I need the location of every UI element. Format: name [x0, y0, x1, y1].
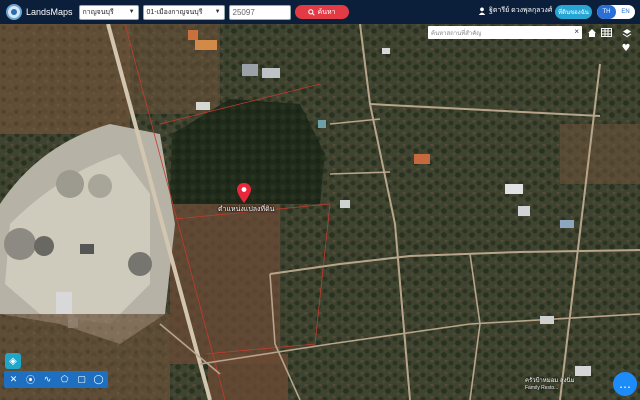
chat-icon[interactable]: …: [613, 372, 637, 396]
my-land-button[interactable]: ที่ดินของฉัน: [555, 5, 592, 19]
search-button[interactable]: ค้นหา: [294, 5, 349, 19]
app-name: LandsMaps: [26, 7, 73, 17]
province-value: กาญจนบุรี: [82, 8, 114, 16]
parcel-number-input[interactable]: 25097: [228, 4, 291, 20]
line-tool-icon[interactable]: ∿: [40, 373, 55, 387]
heart-icon[interactable]: ♥: [620, 42, 632, 54]
pin-tool-icon[interactable]: ⦿: [23, 373, 38, 387]
close-icon[interactable]: ×: [574, 27, 579, 36]
map-pin-icon[interactable]: [237, 183, 251, 203]
measure-icon[interactable]: ✕: [6, 373, 21, 387]
poi-subname: Family Resto...: [525, 385, 559, 391]
poi-label[interactable]: ครัวป้าหมอม ลุงนิ่ม Family Resto...: [525, 378, 575, 392]
chevron-down-icon: ▼: [214, 9, 221, 15]
place-search-input[interactable]: ค้นหาสถานที่สำคัญ ×: [428, 26, 582, 39]
marker-label: ตำแหน่งแปลงที่ดิน: [218, 206, 275, 213]
poi-name: ครัวป้าหมอม ลุงนิ่ม: [525, 378, 575, 384]
place-search-placeholder: ค้นหาสถานที่สำคัญ: [431, 30, 482, 37]
polygon-tool-icon[interactable]: ⬠: [57, 373, 72, 387]
rectangle-tool-icon[interactable]: ▢: [74, 373, 89, 387]
layers-icon[interactable]: [620, 26, 633, 39]
user-name: ฐิตารีย์ ดวงพุลกุลวงศ์: [489, 7, 553, 14]
satellite-imagery: [0, 24, 640, 400]
app-logo[interactable]: LandsMaps: [6, 4, 73, 20]
home-icon[interactable]: [585, 26, 598, 39]
drawing-toolbar: ✕ ⦿ ∿ ⬠ ▢ ◯: [4, 371, 108, 388]
circle-tool-icon[interactable]: ◯: [91, 373, 106, 387]
globe-logo-icon: [6, 4, 22, 20]
province-select[interactable]: กาญจนบุรี ▼: [78, 4, 139, 20]
language-toggle[interactable]: TH EN: [597, 5, 635, 19]
district-value: 01-เมืองกาญจนบุรี: [146, 8, 203, 16]
search-icon: [307, 8, 315, 16]
lang-th[interactable]: TH: [597, 5, 616, 19]
chevron-down-icon: ▼: [128, 9, 135, 15]
user-menu[interactable]: ฐิตารีย์ ดวงพุลกุลวงศ์: [478, 5, 552, 16]
satellite-map[interactable]: [0, 24, 640, 400]
district-select[interactable]: 01-เมืองกาญจนบุรี ▼: [142, 4, 225, 20]
grid-icon[interactable]: [600, 26, 613, 39]
lang-en[interactable]: EN: [616, 5, 635, 19]
user-icon: [478, 7, 486, 15]
locate-icon[interactable]: ◈: [5, 353, 21, 369]
search-button-label: ค้นหา: [317, 8, 336, 16]
